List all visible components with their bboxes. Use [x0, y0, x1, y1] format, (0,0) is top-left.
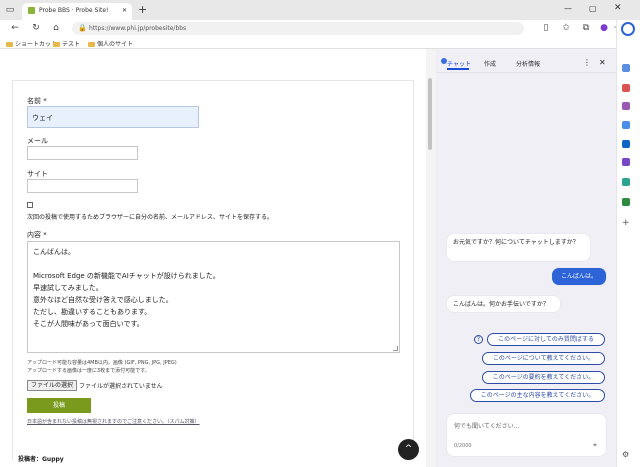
save-info-checkbox[interactable] — [27, 202, 33, 208]
outlook-icon[interactable] — [622, 158, 630, 166]
suggestion-chip[interactable]: このページに対してのみ質問ばする — [487, 333, 605, 346]
email-field[interactable] — [27, 146, 138, 160]
tab-chat-indicator — [447, 68, 469, 70]
suggestion-chip[interactable]: このページについて教えてください。 — [482, 352, 605, 365]
site-field[interactable] — [27, 179, 138, 193]
name-field[interactable]: ウェイ — [27, 106, 199, 128]
content-line: こんばんは。 — [33, 248, 75, 256]
tab-insights[interactable]: 分析情報 — [516, 59, 540, 68]
submit-button[interactable]: 投稿 — [27, 398, 91, 413]
add-icon[interactable]: + — [622, 218, 630, 228]
office-icon[interactable] — [622, 140, 630, 148]
content-line — [33, 258, 394, 270]
drop-icon[interactable] — [622, 178, 630, 186]
new-tab-button[interactable]: + — [138, 3, 147, 16]
favorite-label: ショートカット — [15, 41, 58, 48]
favorite-label: テスト — [62, 41, 81, 48]
tab-strip: ▭ Probe BBS · Probe Site! ✕ + — ▢ ✕ — [0, 0, 640, 20]
profile-icon[interactable]: ● — [598, 23, 610, 35]
chat-input[interactable]: 何でも聞いてください... 0/2000 ⌖ — [447, 414, 606, 456]
tree-icon[interactable] — [622, 198, 630, 206]
copilot-close-icon[interactable]: ✕ — [599, 58, 606, 67]
content-line: 早速試してみました。 — [33, 284, 103, 292]
shopping-icon[interactable] — [622, 84, 630, 92]
address-url: https://www.phi.jp/probesite/bbs — [89, 25, 187, 32]
folder-icon — [6, 42, 13, 47]
browser-tab[interactable]: Probe BBS · Probe Site! ✕ — [22, 3, 132, 20]
upload-note-2: アップロードする画像は一度に3枚まで添付可能です。 — [27, 368, 150, 374]
maximize-icon[interactable]: ▢ — [589, 4, 597, 13]
favorite-item-shortcut[interactable]: ショートカット — [6, 39, 57, 48]
games-icon[interactable] — [622, 121, 630, 129]
mail-label: メール — [27, 137, 48, 145]
choose-file-button[interactable]: ファイルの選択 — [27, 380, 77, 391]
home-icon[interactable]: ⌂ — [50, 23, 62, 35]
tab-close-icon[interactable]: ✕ — [122, 7, 127, 14]
lock-icon: 🔒 — [78, 24, 87, 32]
pin-icon[interactable]: ⌖ — [593, 441, 597, 450]
content-line: そこが人間味があって面白いです。 — [33, 320, 144, 328]
minimize-icon[interactable]: — — [564, 4, 572, 13]
favorite-label: 個人のサイト — [97, 41, 134, 48]
name-label: 名前 * — [27, 97, 47, 105]
content-line: Microsoft Edge の新機能でAIチャットが設けられました。 — [33, 272, 220, 280]
back-icon[interactable]: ← — [9, 23, 21, 35]
content-label: 内容 * — [27, 231, 47, 239]
tab-chat[interactable]: チャット — [447, 59, 471, 68]
content-textarea[interactable]: こんばんは。 Microsoft Edge の新機能でAIチャットが設けられまし… — [27, 241, 400, 353]
rail-settings-icon[interactable]: ⚙ — [622, 450, 629, 459]
save-consent-text: 次回の投稿で使用するためブラウザーに自分の名前、メールアドレス、サイトを保存する… — [27, 214, 274, 221]
suggestion-chip[interactable]: このページの要約を教えてください。 — [482, 371, 605, 384]
copilot-icon[interactable] — [621, 22, 635, 36]
file-status: ファイルが選択されていません — [79, 383, 163, 390]
window-menu-icon[interactable]: ▭ — [4, 5, 16, 17]
bot-message: こんばんは。何かお手伝いですか？ — [447, 296, 560, 312]
favicon-icon — [28, 7, 35, 14]
favorite-item-personal[interactable]: 個人のサイト — [88, 39, 133, 48]
refresh-icon[interactable]: ↻ — [30, 23, 42, 35]
tab-title: Probe BBS · Probe Site! — [39, 7, 109, 14]
upload-note-1: アップロード可能な容量は4MB以内。画像 (GIF, PNG, JPG, JPE… — [27, 360, 177, 366]
tab-compose[interactable]: 作成 — [484, 59, 496, 68]
poster-name: 投稿者：Guppy — [18, 456, 64, 463]
content-line: 意外なほど自然な受け答えで感心しました。 — [33, 296, 173, 304]
copilot-panel: チャット 作成 分析情報 ⋮ ✕ お元気ですか？何についてチャットしますか？ こ… — [436, 49, 616, 467]
favorites-icon[interactable]: ✩ — [560, 23, 572, 35]
site-label: サイト — [27, 170, 48, 178]
scroll-to-top-button[interactable]: ^ — [398, 439, 419, 460]
search-icon[interactable] — [622, 64, 630, 72]
help-icon[interactable]: ? — [474, 335, 483, 344]
favorites-bar: ショートカット テスト 個人のサイト — [0, 37, 640, 49]
collections-icon[interactable]: ⧉ — [580, 23, 592, 35]
copilot-more-icon[interactable]: ⋮ — [583, 58, 591, 67]
resize-handle[interactable] — [393, 346, 398, 351]
favorite-item-test[interactable]: テスト — [53, 39, 80, 48]
chat-input-placeholder: 何でも聞いてください... — [454, 423, 520, 430]
window-close-icon[interactable]: ✕ — [614, 3, 622, 13]
suggestion-chip[interactable]: このページの主な内容を教えてください。 — [470, 389, 605, 402]
char-count: 0/2000 — [454, 443, 472, 449]
split-screen-icon[interactable]: ▯ — [540, 23, 552, 35]
copilot-tabs: チャット 作成 分析情報 ⋮ ✕ — [436, 49, 616, 73]
tools-icon[interactable] — [622, 102, 630, 110]
folder-icon — [53, 42, 60, 47]
user-message: こんばんは。 — [552, 268, 606, 285]
web-page: 名前 * ウェイ メール サイト 次回の投稿で使用するためブラウザーに自分の名前… — [0, 49, 434, 467]
bot-message: お元気ですか？何についてチャットしますか？ — [447, 234, 590, 261]
content-line: ただし、勘違いすることもあります。 — [33, 308, 152, 316]
folder-icon — [88, 42, 95, 47]
spam-note-link[interactable]: 日本語が含まれない投稿は無視されますのでご注意ください。（スパム対策） — [27, 418, 200, 425]
address-bar[interactable]: 🔒 https://www.phi.jp/probesite/bbs — [72, 22, 524, 35]
page-scroll-thumb[interactable] — [428, 78, 432, 150]
